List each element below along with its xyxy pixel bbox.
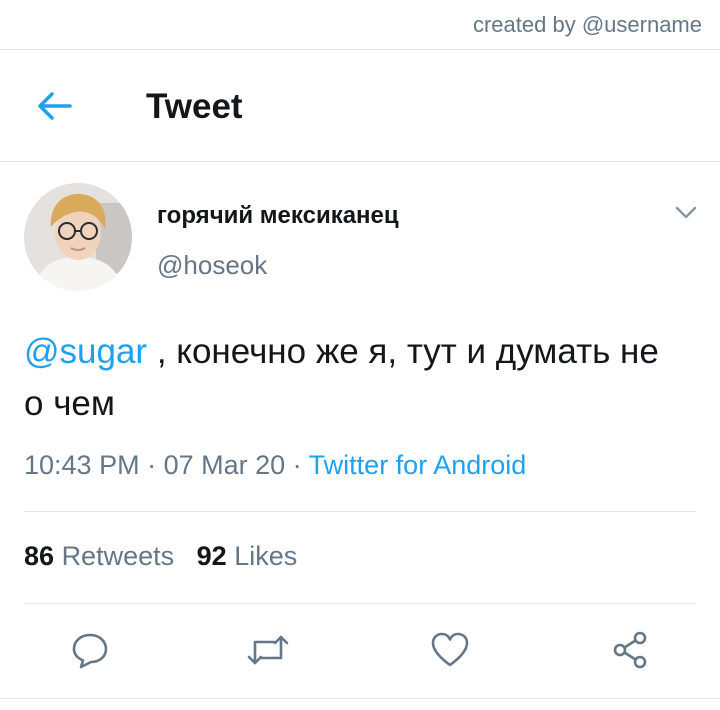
like-button[interactable] [428, 628, 472, 672]
divider [24, 603, 696, 604]
reply-icon [72, 633, 108, 669]
tweet-date: 07 Mar 20 [163, 450, 286, 480]
mention-link[interactable]: @sugar [24, 332, 147, 371]
author-display-name[interactable]: горячий мексиканец [157, 202, 399, 230]
bottom-divider [0, 698, 720, 699]
likes-count: 92 [196, 541, 227, 571]
tweet-time: 10:43 PM [24, 450, 140, 480]
tweet-meta: 10:43 PM · 07 Mar 20 · Twitter for Andro… [24, 450, 526, 481]
retweets-stat[interactable]: 86 Retweets [24, 541, 174, 571]
page-title: Tweet [146, 87, 243, 126]
reply-button[interactable] [68, 628, 112, 672]
arrow-left-icon [38, 92, 72, 120]
meta-separator: · [285, 450, 309, 480]
user-avatar [24, 183, 132, 291]
back-button[interactable] [34, 88, 74, 124]
likes-stat[interactable]: 92 Likes [197, 541, 298, 571]
like-icon [431, 632, 469, 667]
tweet-source-link[interactable]: Twitter for Android [309, 450, 527, 480]
meta-separator: · [139, 450, 164, 480]
divider [24, 511, 696, 512]
likes-label: Likes [234, 541, 298, 571]
retweet-button[interactable] [246, 628, 290, 672]
retweets-count: 86 [24, 541, 55, 571]
top-app-bar: Tweet [0, 50, 720, 162]
retweets-label: Retweets [61, 541, 175, 571]
retweet-icon [247, 635, 289, 665]
share-icon [613, 631, 647, 669]
chevron-down-icon [675, 206, 697, 219]
credit-text: created by @username [472, 12, 702, 37]
more-options-button[interactable] [673, 203, 699, 223]
tweet-stats: 86 Retweets 92 Likes [24, 541, 297, 572]
share-button[interactable] [608, 628, 652, 672]
avatar[interactable] [24, 183, 132, 291]
tweet-text: @sugar , конечно же я, тут и думать не о… [24, 326, 684, 430]
credit-bar: created by @username [0, 0, 720, 50]
author-handle[interactable]: @hoseok [157, 250, 267, 281]
